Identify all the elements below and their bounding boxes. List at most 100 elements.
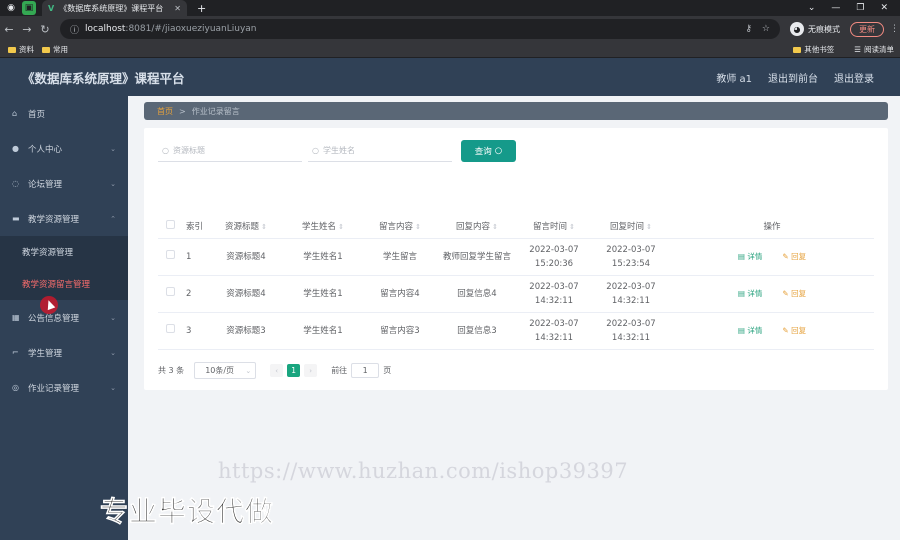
search-icon: ○ xyxy=(494,146,503,156)
sort-icon[interactable]: ⇕ xyxy=(261,223,267,231)
sort-icon[interactable]: ⇕ xyxy=(492,223,498,231)
breadcrumb-home[interactable]: 首页 xyxy=(157,106,173,117)
sidebar-item-students[interactable]: ⌐ 学生管理 ⌄ xyxy=(0,335,128,370)
chevron-down-icon: ⌄ xyxy=(110,144,116,153)
sidebar-subitem-resource-messages[interactable]: 教学资源留言管理 xyxy=(0,268,128,300)
chevron-down-icon: ⌄ xyxy=(245,366,252,375)
cell-message: 留言内容3 xyxy=(380,326,420,336)
detail-button[interactable]: ▤ 详情 xyxy=(738,287,762,301)
sidebar-item-notices[interactable]: ▦ 公告信息管理 ⌄ xyxy=(0,300,128,335)
cell-index: 3 xyxy=(186,326,192,336)
star-icon[interactable]: ☆ xyxy=(762,24,770,34)
column-header[interactable]: 回复内容 ⇕ xyxy=(438,220,516,234)
other-bookmarks[interactable]: 其他书签 xyxy=(793,44,834,55)
minimize-icon[interactable]: — xyxy=(831,3,840,13)
column-header[interactable]: 回复时间 ⇕ xyxy=(592,220,670,234)
cell-title: 资源标题4 xyxy=(226,252,266,262)
reply-button[interactable]: ✎ 回复 xyxy=(782,250,806,264)
column-header[interactable]: 学生姓名 ⇕ xyxy=(284,220,362,234)
page-size-select[interactable]: 10条/页 ⌄ xyxy=(194,362,257,379)
reply-button[interactable]: ✎ 回复 xyxy=(782,287,806,301)
table-row: 1 资源标题4 学生姓名1 学生留言 教师回复学生留言 2022-03-07 1… xyxy=(158,239,874,276)
document-icon: ▤ xyxy=(737,289,745,298)
maximize-icon[interactable]: ❐ xyxy=(856,3,864,13)
prev-page-button[interactable]: ‹ xyxy=(270,364,284,377)
breadcrumb-separator: > xyxy=(179,106,186,116)
pinned-tab-icon[interactable]: ▣ xyxy=(22,1,36,15)
key-icon[interactable]: ⚷ xyxy=(745,24,752,34)
incognito-indicator[interactable]: ◕ 无痕模式 xyxy=(790,22,840,36)
next-page-button[interactable]: › xyxy=(304,364,318,377)
query-button[interactable]: 查询 ○ xyxy=(461,140,516,162)
table-row: 3 资源标题3 学生姓名1 留言内容3 回复信息3 2022-03-07 14:… xyxy=(158,313,874,350)
column-header[interactable]: 留言时间 ⇕ xyxy=(516,220,592,234)
reading-list[interactable]: ☰ 阅读清单 xyxy=(854,44,894,55)
column-header: 索引 xyxy=(186,221,204,232)
cell-reply-time: 2022-03-07 14:32:11 xyxy=(606,319,656,343)
goto-page-input[interactable]: 1 xyxy=(351,363,380,378)
logout-link[interactable]: 退出登录 xyxy=(834,70,874,85)
cell-reply: 回复信息4 xyxy=(457,289,497,299)
url-path: :8081/#/jiaoxueziyuanLiuyan xyxy=(125,24,257,34)
back-to-front-link[interactable]: 退出到前台 xyxy=(768,70,818,85)
reload-icon[interactable]: ↻ xyxy=(36,23,54,36)
forward-icon[interactable]: → xyxy=(18,23,36,36)
grid-icon: ▦ xyxy=(12,313,20,322)
active-tab[interactable]: V 《数据库系统原理》课程平台 ✕ xyxy=(42,0,187,16)
browser-tabbar: ◉ ▣ V 《数据库系统原理》课程平台 ✕ + ⌄ — ❐ ✕ xyxy=(0,0,900,16)
tab-close-icon[interactable]: ✕ xyxy=(174,4,181,13)
close-window-icon[interactable]: ✕ xyxy=(880,3,888,13)
select-all-checkbox[interactable] xyxy=(165,219,175,229)
column-header[interactable]: 留言内容 ⇕ xyxy=(362,220,438,234)
back-icon[interactable]: ← xyxy=(0,23,18,36)
browser-menu-icon[interactable]: ◉ xyxy=(4,1,18,15)
page-number-button[interactable]: 1 xyxy=(287,364,301,377)
table-header: 索引 资源标题 ⇕ 学生姓名 ⇕ 留言内容 ⇕ 回复内容 ⇕ 留言时间 ⇕ 回复时间 ⇕ 操… xyxy=(158,215,874,239)
cell-student: 学生姓名1 xyxy=(303,252,343,262)
sidebar-item-home[interactable]: ⌂ 首页 xyxy=(0,96,128,131)
column-header: 操作 xyxy=(763,221,781,232)
cell-message: 留言内容4 xyxy=(380,289,420,299)
sort-icon[interactable]: ⇕ xyxy=(415,223,421,231)
reply-button[interactable]: ✎ 回复 xyxy=(782,324,806,338)
pagination-total: 共 3 条 xyxy=(158,366,185,375)
sidebar-item-profile[interactable]: ● 个人中心 ⌄ xyxy=(0,131,128,166)
tab-title: 《数据库系统原理》课程平台 xyxy=(59,3,164,13)
forum-icon: ◌ xyxy=(12,179,19,188)
bookmark-folder[interactable]: 常用 xyxy=(42,44,68,55)
edit-icon: ✎ xyxy=(782,252,789,261)
column-header[interactable]: 资源标题 ⇕ xyxy=(208,220,284,234)
row-checkbox[interactable] xyxy=(165,250,175,259)
sidebar-item-resources[interactable]: ▬ 教学资源管理 ⌃ xyxy=(0,201,128,236)
address-bar[interactable]: ⓘ localhost:8081/#/jiaoxueziyuanLiuyan ⚷… xyxy=(60,19,780,39)
content-card: ○ 资源标题 ○ 学生姓名 查询 ○ 索引 资源标题 ⇕ 学生姓名 ⇕ 留言内容 ⇕ … xyxy=(144,128,888,390)
sidebar-item-forum[interactable]: ◌ 论坛管理 ⌄ xyxy=(0,166,128,201)
folder-icon xyxy=(793,46,802,53)
cell-index: 1 xyxy=(186,252,192,262)
cell-student: 学生姓名1 xyxy=(303,326,343,336)
row-checkbox[interactable] xyxy=(165,287,175,296)
row-checkbox[interactable] xyxy=(165,324,175,333)
sidebar-subitem-resources[interactable]: 教学资源管理 xyxy=(0,236,128,268)
chevron-down-icon: ⌄ xyxy=(110,383,116,392)
detail-button[interactable]: ▤ 详情 xyxy=(738,324,762,338)
new-tab-icon[interactable]: + xyxy=(197,2,206,15)
watermark-url: https://www.huzhan.com/ishop39397 xyxy=(218,459,629,483)
more-menu-icon[interactable]: ⋮ xyxy=(890,24,899,34)
resource-title-input[interactable]: ○ 资源标题 xyxy=(158,140,302,162)
update-button[interactable]: 更新 xyxy=(850,21,884,37)
chevron-down-icon[interactable]: ⌄ xyxy=(808,3,816,13)
detail-button[interactable]: ▤ 详情 xyxy=(738,250,762,264)
cell-title: 资源标题4 xyxy=(226,289,266,299)
student-name-input[interactable]: ○ 学生姓名 xyxy=(308,140,452,162)
resource-icon: ▬ xyxy=(12,214,20,223)
sidebar-item-homework[interactable]: ◎ 作业记录管理 ⌄ xyxy=(0,370,128,405)
cell-message-time: 2022-03-07 14:32:11 xyxy=(529,319,579,343)
sort-icon[interactable]: ⇕ xyxy=(646,223,652,231)
browser-toolbar: ← → ↻ ⓘ localhost:8081/#/jiaoxueziyuanLi… xyxy=(0,16,900,42)
incognito-label: 无痕模式 xyxy=(808,24,840,34)
sort-icon[interactable]: ⇕ xyxy=(338,223,344,231)
sort-icon[interactable]: ⇕ xyxy=(569,223,575,231)
bookmark-folder[interactable]: 资料 xyxy=(8,44,34,55)
site-info-icon[interactable]: ⓘ xyxy=(70,23,79,36)
